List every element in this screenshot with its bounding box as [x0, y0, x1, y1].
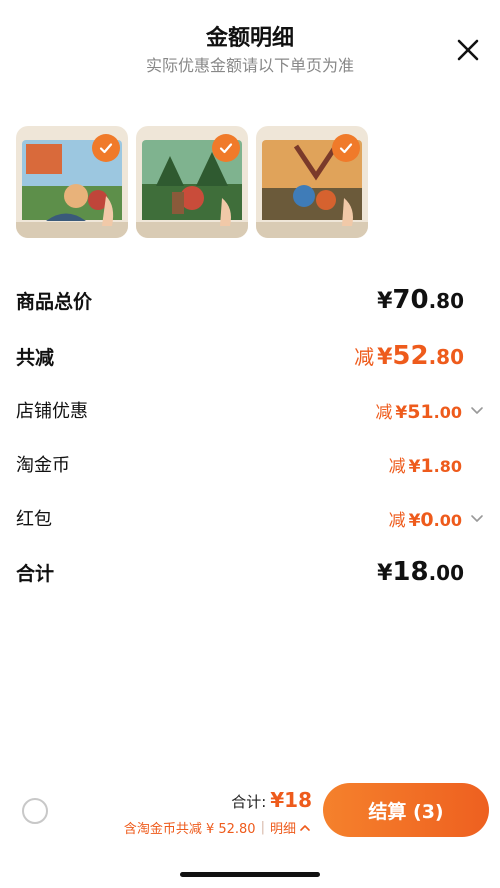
product-thumbnail[interactable]: [16, 126, 128, 238]
product-thumbnail[interactable]: [136, 126, 248, 238]
selected-check-icon: [92, 134, 120, 162]
footer-total-value: ¥18: [270, 788, 312, 812]
red-packet-row[interactable]: 红包 减 ¥ 0 .00: [16, 498, 486, 538]
discount-summary-text: 含淘金币共减 ¥ 52.80: [123, 822, 256, 837]
goods-total-value: ¥ 70 .80: [377, 285, 464, 315]
page-subtitle: 实际优惠金额请以下单页为准: [145, 56, 354, 75]
product-thumbnail-list: [16, 126, 368, 240]
checkout-bar: 合计: ¥18 含淘金币共减 ¥ 52.80 | 明细 结算 (3): [0, 780, 500, 840]
taojinbi-label: 淘金币: [16, 455, 70, 476]
goods-total-label: 商品总价: [16, 290, 93, 313]
close-button[interactable]: [454, 36, 482, 64]
close-icon: [457, 39, 479, 61]
chevron-down-icon[interactable]: [468, 401, 486, 419]
select-all-radio[interactable]: [22, 798, 48, 824]
home-indicator: [180, 872, 320, 877]
divider: |: [260, 820, 265, 835]
checkout-button[interactable]: 结算 (3): [323, 783, 489, 837]
page-title: 金额明细: [205, 26, 294, 51]
taojinbi-value: 减 ¥ 1 .80: [388, 454, 462, 477]
total-reduce-value: 减 ¥ 52 .80: [354, 341, 464, 371]
total-reduce-row: 共减 减 ¥ 52 .80: [16, 336, 486, 376]
goods-total-row: 商品总价 ¥ 70 .80: [16, 280, 486, 320]
grand-total-value: ¥ 18 .00: [377, 557, 464, 587]
grand-total-label: 合计: [16, 562, 55, 585]
selected-check-icon: [212, 134, 240, 162]
detail-link[interactable]: 明细: [270, 818, 296, 837]
selected-check-icon: [332, 134, 360, 162]
chevron-up-icon: [300, 824, 310, 831]
grand-total-row: 合计 ¥ 18 .00: [16, 552, 486, 592]
red-packet-value: 减 ¥ 0 .00: [389, 506, 486, 531]
footer-total: 合计: ¥18: [231, 788, 312, 812]
header: 金额明细 实际优惠金额请以下单页为准: [0, 0, 500, 90]
footer-discount-summary[interactable]: 含淘金币共减 ¥ 52.80 | 明细: [124, 818, 312, 837]
chevron-down-icon[interactable]: [468, 509, 486, 527]
product-thumbnail[interactable]: [256, 126, 368, 238]
red-packet-label: 红包: [16, 509, 52, 530]
shop-discount-value: 减 ¥ 51 .00: [375, 398, 486, 423]
taojinbi-row: 淘金币 减 ¥ 1 .80: [16, 444, 486, 484]
footer-total-label: 合计:: [231, 793, 267, 811]
shop-discount-label: 店铺优惠: [16, 401, 88, 422]
total-reduce-label: 共减: [16, 346, 55, 369]
shop-discount-row[interactable]: 店铺优惠 减 ¥ 51 .00: [16, 390, 486, 430]
